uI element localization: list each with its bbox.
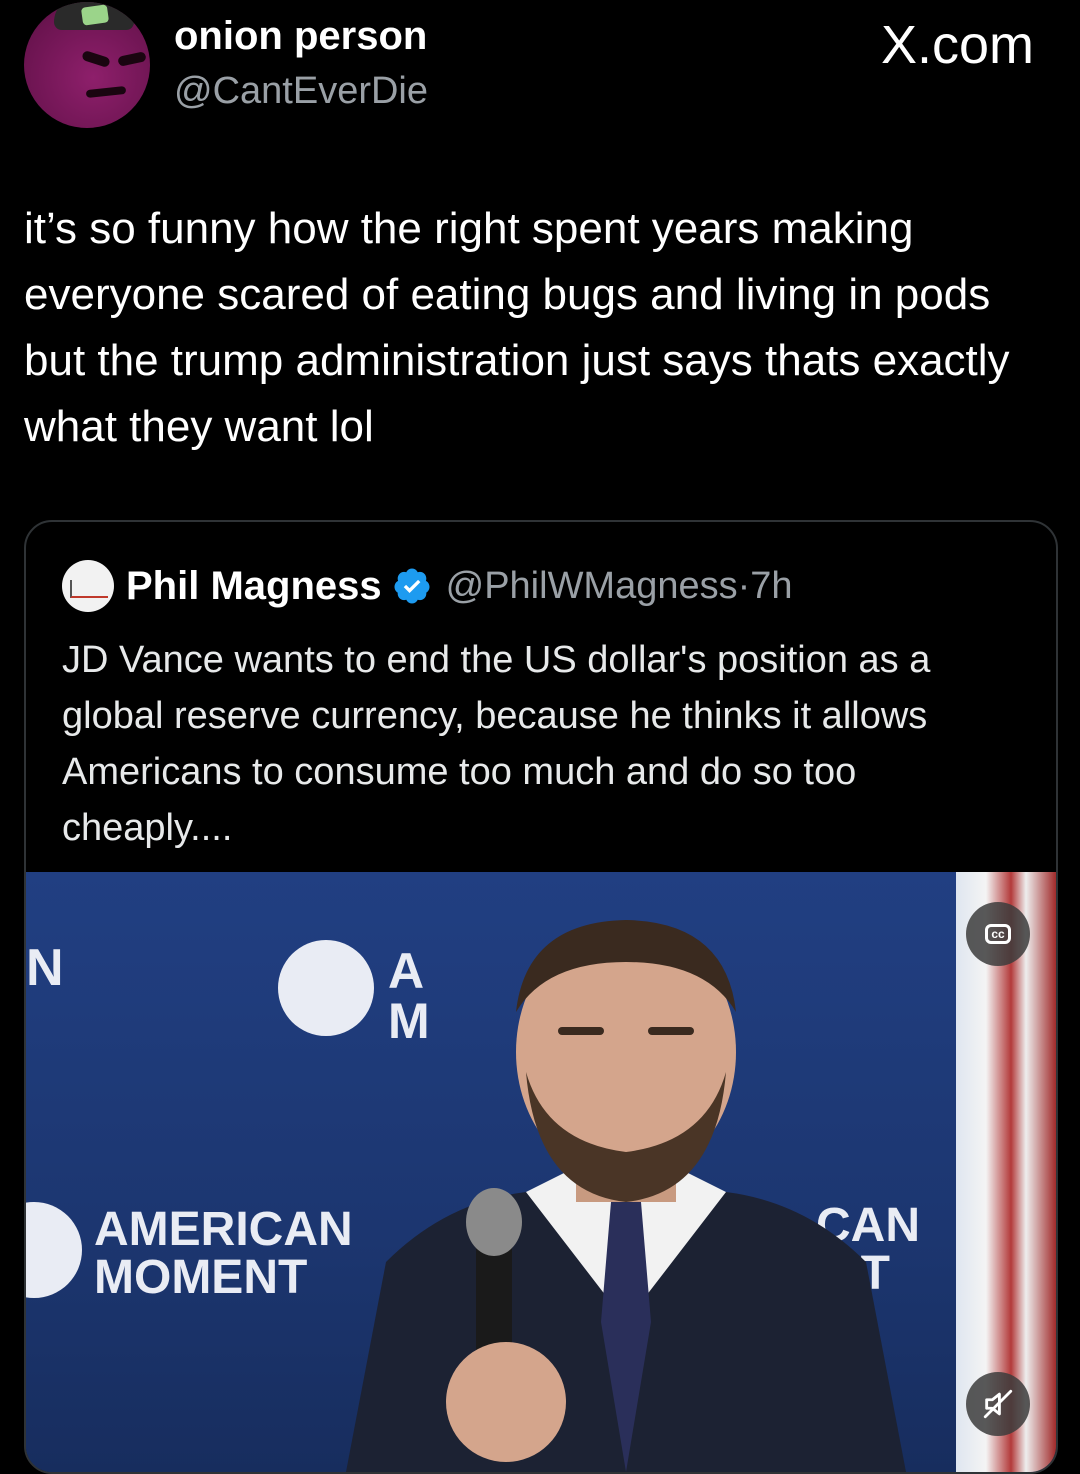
avatar-eye-right	[117, 51, 147, 67]
author-handle[interactable]: @CantEverDie	[174, 70, 428, 113]
site-label: X.com	[880, 15, 1034, 75]
backdrop-text-left-edge: N	[26, 939, 64, 997]
quoted-post-text: JD Vance wants to end the US dollar's po…	[62, 639, 931, 849]
quoted-post-header: Phil Magness @PhilWMagness · 7h	[62, 558, 793, 614]
quoted-timestamp[interactable]: 7h	[750, 565, 792, 608]
quoted-author-avatar[interactable]	[62, 560, 114, 612]
quoted-post-card[interactable]: Phil Magness @PhilWMagness · 7h JD Vance…	[24, 520, 1058, 1474]
author-display-name[interactable]: onion person	[174, 14, 427, 59]
backdrop-text-bottom-left-2: MOMENT	[94, 1251, 308, 1304]
verified-badge-icon	[394, 568, 430, 604]
speaker-figure	[346, 920, 906, 1472]
mute-button[interactable]	[966, 1372, 1030, 1436]
avatar-hat-badge	[80, 4, 110, 26]
avatar-chart-graphic	[70, 580, 108, 598]
tweet-text: it’s so funny how the right spent years …	[24, 204, 1010, 451]
avatar-mouth	[85, 85, 127, 99]
author-avatar[interactable]	[24, 2, 150, 128]
video-player[interactable]: N A M N AMERICAN MOMENT CAN NT cc	[26, 872, 1056, 1472]
quoted-separator: ·	[737, 564, 751, 607]
quoted-author-handle[interactable]: @PhilWMagness	[446, 565, 738, 608]
quoted-author-name[interactable]: Phil Magness	[126, 564, 382, 609]
avatar-eye-left	[81, 49, 111, 69]
muted-speaker-icon	[983, 1389, 1013, 1419]
closed-captions-button[interactable]: cc	[966, 902, 1030, 966]
closed-captions-icon: cc	[985, 924, 1011, 944]
backdrop-text-bottom-left-1: AMERICAN	[94, 1203, 353, 1256]
post-header: onion person @CantEverDie X.com	[0, 0, 1080, 150]
